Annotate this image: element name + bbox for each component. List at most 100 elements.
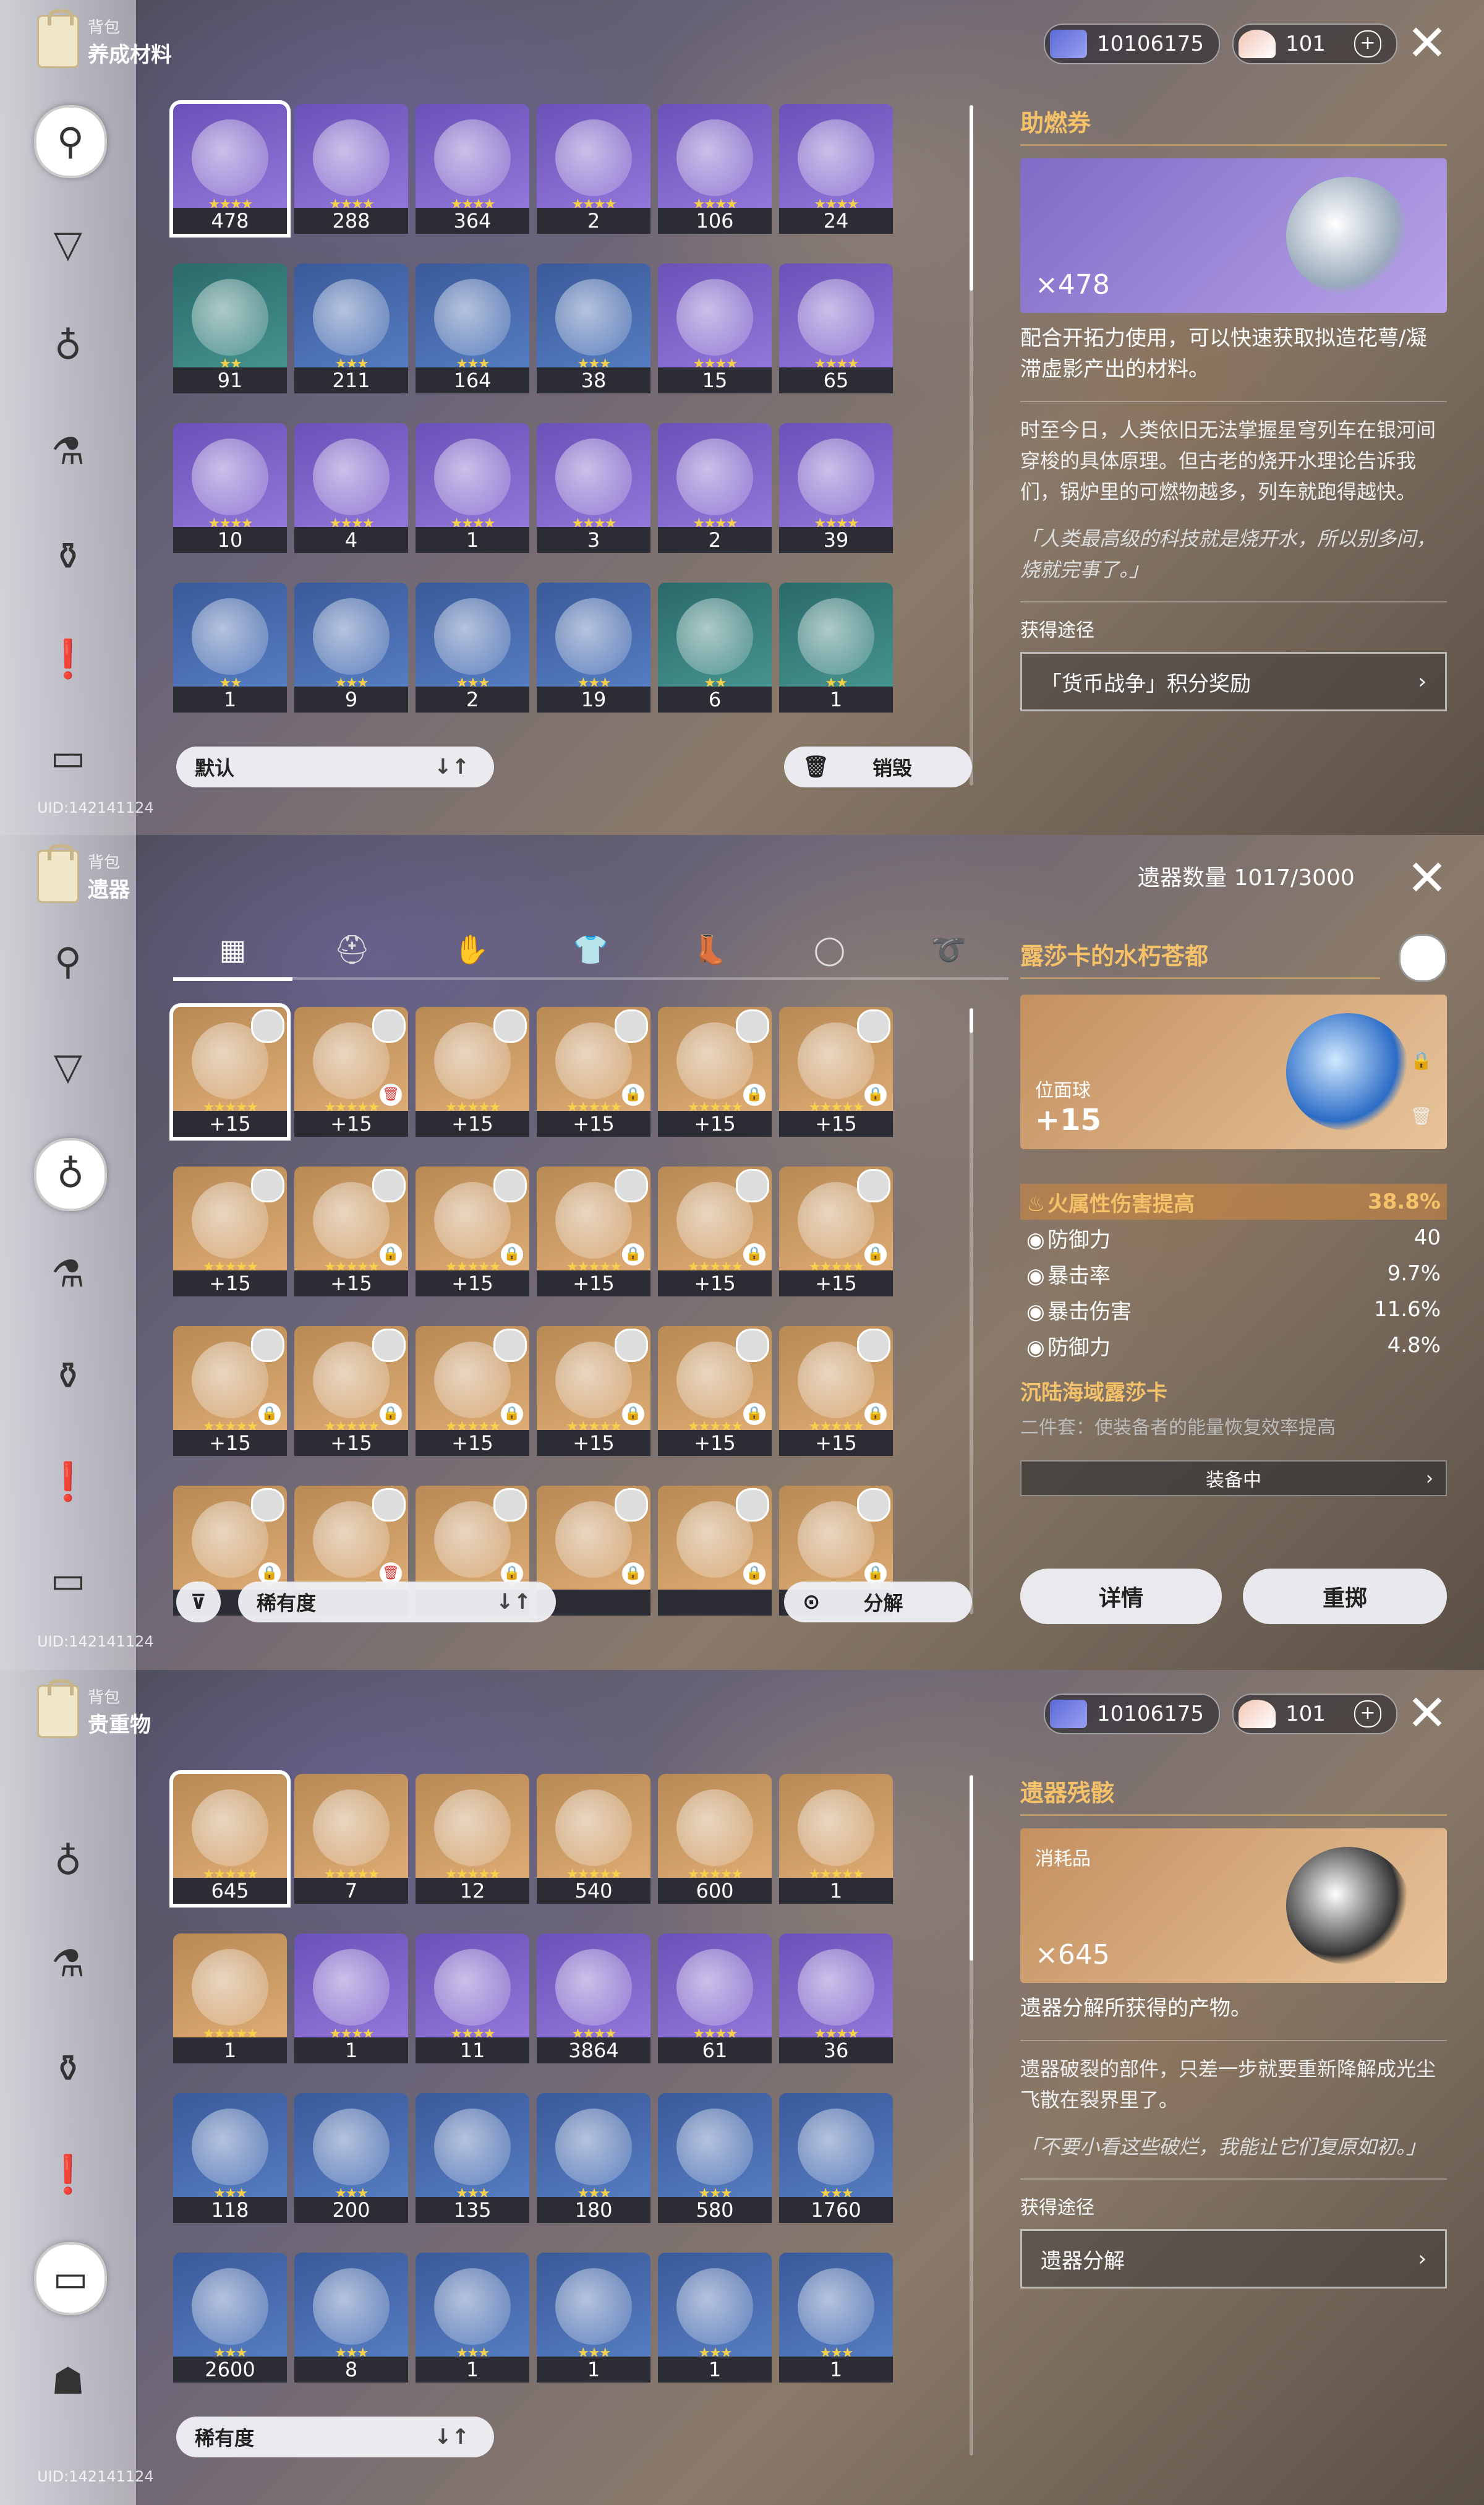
nav-mission-icon[interactable]: ❗ — [34, 2140, 102, 2208]
inventory-item[interactable]: ★★★ 1 — [779, 2253, 893, 2383]
inventory-item[interactable]: 🔒 — [658, 1486, 772, 1616]
inventory-item[interactable]: ★★★★★ 🔒 +15 — [658, 1167, 772, 1296]
add-jade-button[interactable]: + — [1354, 1700, 1381, 1728]
inventory-item[interactable]: ★★★ 211 — [294, 263, 408, 393]
inventory-item[interactable]: ★★★★ 3864 — [537, 1933, 650, 2063]
character-avatar[interactable] — [1399, 934, 1447, 982]
sort-dropdown[interactable]: 默认 ↓↑ — [176, 747, 494, 787]
reroll-button[interactable]: 重掷 — [1243, 1569, 1447, 1624]
inventory-item[interactable]: ★★★★★ 🗑 +15 — [294, 1007, 408, 1137]
inventory-item[interactable]: ★★★★★ 🔒 +15 — [658, 1326, 772, 1456]
inventory-item[interactable]: ★★★★ 10 — [173, 423, 287, 553]
inventory-item[interactable]: ★★★★★ 🔒 +15 — [779, 1167, 893, 1296]
nav-filter-icon[interactable]: ▽ — [34, 1033, 102, 1101]
nav-materials-icon[interactable]: ⚲ — [34, 105, 107, 178]
inventory-item[interactable]: ★★★ 1 — [658, 2253, 772, 2383]
inventory-item[interactable]: ★★★★ 1 — [416, 423, 529, 553]
sort-dropdown[interactable]: 稀有度 ↓↑ — [238, 1582, 556, 1622]
nav-valuable-icon[interactable]: ▭ — [34, 1546, 102, 1614]
jade-display[interactable]: 101 + — [1232, 1694, 1397, 1734]
inventory-item[interactable]: ★★★★ 288 — [294, 104, 408, 234]
nav-tool-icon[interactable]: ⚗ — [34, 1240, 102, 1308]
inventory-item[interactable]: ★★★★★ 🔒 +15 — [779, 1007, 893, 1137]
inventory-item[interactable]: ★★★ 180 — [537, 2093, 650, 2223]
inventory-item[interactable]: ★★★★ 2 — [537, 104, 650, 234]
nav-relic-icon[interactable]: ♁ — [34, 312, 102, 380]
inventory-item[interactable]: ★★★★ 1 — [294, 1933, 408, 2063]
nav-tool-icon[interactable]: ⚗ — [34, 1930, 102, 1998]
inventory-item[interactable]: ★★★★ 2 — [658, 423, 772, 553]
scrollbar[interactable] — [970, 1008, 973, 1614]
nav-mission-icon[interactable]: ❗ — [34, 1447, 102, 1515]
nav-valuable-icon[interactable]: ▭ — [34, 2242, 107, 2315]
inventory-item[interactable]: ★★★ 2 — [416, 583, 529, 713]
nav-materials-icon[interactable]: ⚲ — [34, 928, 102, 996]
inventory-item[interactable]: ★★★ 580 — [658, 2093, 772, 2223]
inventory-item[interactable]: ★★★★ 36 — [779, 1933, 893, 2063]
inventory-item[interactable]: ★★★★★ +15 — [416, 1007, 529, 1137]
inventory-item[interactable]: ★★★★ 106 — [658, 104, 772, 234]
tab-sphere-icon[interactable]: ◯ — [770, 922, 889, 980]
inventory-item[interactable]: ★★★★ 3 — [537, 423, 650, 553]
inventory-item[interactable]: ★★★★★ 🔒 +15 — [416, 1167, 529, 1296]
discard-icon[interactable]: 🗑 — [1410, 1106, 1432, 1126]
inventory-item[interactable]: ★★★★★ 🔒 +15 — [537, 1007, 650, 1137]
inventory-item[interactable]: ★★★★★ +15 — [173, 1167, 287, 1296]
close-icon[interactable]: ✕ — [1402, 19, 1452, 68]
inventory-item[interactable]: ★★★★★ +15 — [169, 1003, 291, 1141]
tab-head-icon[interactable]: ⛑ — [292, 922, 412, 980]
close-icon[interactable]: ✕ — [1402, 854, 1452, 903]
nav-filter-icon[interactable]: ▽ — [34, 210, 102, 278]
inventory-item[interactable]: ★★★★ 61 — [658, 1933, 772, 2063]
lock-icon[interactable]: 🔒 — [1410, 1050, 1432, 1071]
inventory-item[interactable]: ★★★★★ 12 — [416, 1774, 529, 1904]
inventory-item[interactable]: ★★★★★ 🔒 +15 — [779, 1326, 893, 1456]
inventory-item[interactable]: ★★★ 38 — [537, 263, 650, 393]
sort-order-icon[interactable]: ↓↑ — [434, 755, 469, 779]
inventory-item[interactable]: ★★★★ 364 — [416, 104, 529, 234]
tab-rope-icon[interactable]: ➰ — [889, 922, 1009, 980]
inventory-item[interactable]: ★★★★★ 🔒 +15 — [658, 1007, 772, 1137]
inventory-item[interactable]: ★★★ 19 — [537, 583, 650, 713]
inventory-item[interactable]: ★★★ 9 — [294, 583, 408, 713]
inventory-item[interactable]: ★★★ 2600 — [173, 2253, 287, 2383]
inventory-item[interactable]: ★★★ 200 — [294, 2093, 408, 2223]
tab-hands-icon[interactable]: ✋ — [412, 922, 531, 980]
inventory-item[interactable]: ★★ 1 — [173, 583, 287, 713]
tab-feet-icon[interactable]: 👢 — [650, 922, 770, 980]
inventory-item[interactable]: ★★ 91 — [173, 263, 287, 393]
nav-mission-icon[interactable]: ❗ — [34, 625, 102, 693]
inventory-item[interactable]: ★★★★ 4 — [294, 423, 408, 553]
filter-button[interactable]: ⊽ — [176, 1582, 221, 1622]
jade-display[interactable]: 101 + — [1232, 24, 1397, 64]
add-jade-button[interactable]: + — [1354, 30, 1381, 58]
scrollbar[interactable] — [970, 1775, 973, 2456]
inventory-item[interactable]: ★★★ 135 — [416, 2093, 529, 2223]
sort-order-icon[interactable]: ↓↑ — [496, 1590, 531, 1614]
nav-flask-icon[interactable]: ⚱ — [34, 2035, 102, 2103]
nav-flask-icon[interactable]: ⚱ — [34, 1342, 102, 1410]
inventory-item[interactable]: ★★★★ 478 — [169, 100, 291, 238]
inventory-item[interactable]: ★★★★ 15 — [658, 263, 772, 393]
source-button[interactable]: 「货币战争」积分奖励 › — [1020, 652, 1447, 711]
inventory-item[interactable]: ★★★★ 39 — [779, 423, 893, 553]
inventory-item[interactable]: ★★★★★ 1 — [173, 1933, 287, 2063]
inventory-item[interactable]: ★★★★★ 🔒 +15 — [416, 1326, 529, 1456]
inventory-item[interactable]: ★★ 1 — [779, 583, 893, 713]
inventory-item[interactable]: ★★★★ 24 — [779, 104, 893, 234]
scrollbar[interactable] — [970, 105, 973, 786]
sort-dropdown[interactable]: 稀有度 ↓↑ — [176, 2417, 494, 2457]
inventory-item[interactable]: ★★★ 164 — [416, 263, 529, 393]
inventory-item[interactable]: ★★★★★ 1 — [779, 1774, 893, 1904]
inventory-item[interactable]: ★★★★★ 🔒 +15 — [173, 1326, 287, 1456]
details-button[interactable]: 详情 — [1020, 1569, 1222, 1624]
nav-relic-icon[interactable]: ♁ — [34, 1828, 102, 1896]
source-button[interactable]: 遗器分解 › — [1020, 2229, 1447, 2289]
inventory-item[interactable]: ★★★★★ 🔒 +15 — [294, 1326, 408, 1456]
sort-order-icon[interactable]: ↓↑ — [434, 2425, 469, 2449]
inventory-item[interactable]: ★★★ 118 — [173, 2093, 287, 2223]
nav-tool-icon[interactable]: ⚗ — [34, 417, 102, 486]
inventory-item[interactable]: ★★★★★ 🔒 +15 — [537, 1167, 650, 1296]
equipped-bar[interactable]: 装备中 › — [1020, 1460, 1447, 1496]
tab-all-icon[interactable]: ▦ — [173, 922, 292, 981]
